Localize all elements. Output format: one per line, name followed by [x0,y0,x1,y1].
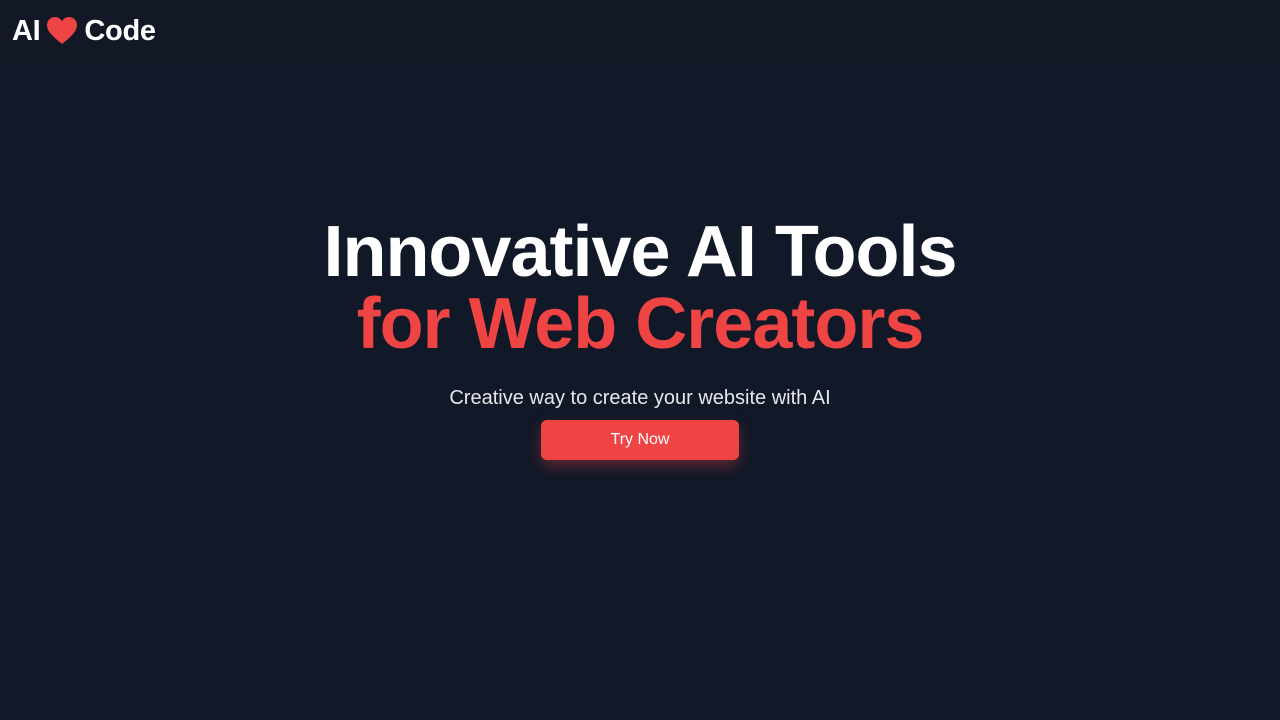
cta-container: Try Now [0,420,1280,460]
top-header: AI Code [0,0,1280,62]
hero-subtitle: Creative way to create your website with… [449,387,831,409]
logo-text-ai: AI [12,14,41,47]
try-now-button[interactable]: Try Now [541,420,739,460]
hero-title-line2: for Web Creators [356,284,925,364]
hero-section: Innovative AI Tools for Web Creators Cre… [0,216,1280,460]
heart-icon [46,16,78,46]
logo-link[interactable]: AI Code [12,13,156,49]
logo-text-code: Code [84,14,156,47]
landing-page: AI Code Innovative AI Tools for Web Crea… [0,0,1280,720]
hero-title-line1: Innovative AI Tools [323,212,957,292]
